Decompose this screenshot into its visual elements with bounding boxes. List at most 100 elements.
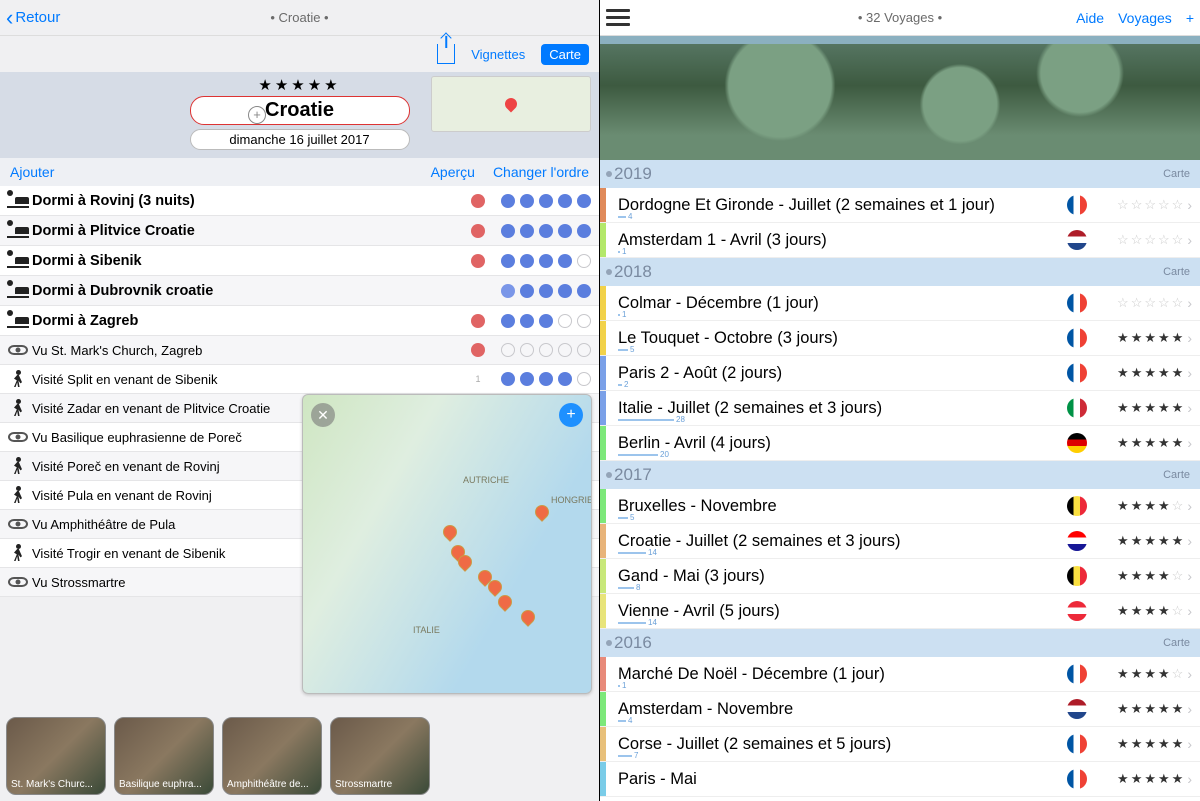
eye-icon: [4, 513, 32, 535]
trip-row[interactable]: Dordogne Et Gironde - Juillet (2 semaine…: [600, 188, 1200, 223]
activity-row[interactable]: Dormi à Plitvice Croatie: [0, 216, 599, 246]
trip-row[interactable]: Vienne - Avril (5 jours) 14★★★★☆›: [600, 594, 1200, 629]
trip-rating: ★★★★★: [1093, 330, 1185, 346]
chevron-right-icon: ›: [1185, 330, 1194, 346]
trip-row[interactable]: Paris - Mai★★★★★›: [600, 762, 1200, 797]
add-pin-icon[interactable]: +: [559, 403, 583, 427]
thumbnail[interactable]: Strossmartre: [330, 717, 430, 795]
color-bar: [600, 489, 606, 523]
trips-list-pane: • 32 Voyages • Aide Voyages + 2019CarteD…: [600, 0, 1200, 801]
rating-dots: [471, 224, 591, 238]
year-header: 2019Carte: [600, 160, 1200, 188]
trip-rating: ☆☆☆☆☆: [1093, 232, 1185, 248]
share-icon[interactable]: [437, 44, 455, 64]
activity-row[interactable]: Dormi à Rovinj (3 nuits): [0, 186, 599, 216]
add-circle-icon[interactable]: +: [248, 106, 266, 124]
trip-name: Paris 2 - Août (2 jours): [618, 364, 1063, 383]
thumbnail[interactable]: Amphithéâtre de...: [222, 717, 322, 795]
walk-icon: [4, 542, 32, 564]
flag-icon: [1067, 433, 1087, 453]
add-trip-icon[interactable]: +: [1186, 10, 1194, 26]
trip-rating: ★★★★★: [1093, 701, 1185, 717]
vignettes-tab[interactable]: Vignettes: [463, 44, 533, 65]
trip-row[interactable]: Colmar - Décembre (1 jour) 1☆☆☆☆☆›: [600, 286, 1200, 321]
trip-name: Paris - Mai: [618, 770, 1063, 789]
detail-map[interactable]: ✕ + ITALIE AUTRICHE HONGRIE: [302, 394, 592, 694]
menu-icon[interactable]: [606, 9, 630, 26]
voyages-button[interactable]: Voyages: [1118, 10, 1172, 26]
activity-row[interactable]: Vu St. Mark's Church, Zagreb: [0, 336, 599, 365]
thumbnail-strip: St. Mark's Churc...Basilique euphra...Am…: [6, 717, 430, 795]
trip-name: Le Touquet - Octobre (3 jours): [618, 329, 1063, 348]
activity-row[interactable]: Dormi à Dubrovnik croatie: [0, 276, 599, 306]
activity-row[interactable]: Dormi à Zagreb: [0, 306, 599, 336]
rating-dots: [471, 284, 591, 298]
carte-tab[interactable]: Carte: [541, 44, 589, 65]
bed-icon: [4, 310, 32, 332]
chevron-right-icon: ›: [1185, 232, 1194, 248]
chevron-right-icon: ›: [1185, 568, 1194, 584]
trip-row[interactable]: Gand - Mai (3 jours) 8★★★★☆›: [600, 559, 1200, 594]
trip-meter: 28: [618, 415, 685, 424]
activity-label: Dormi à Dubrovnik croatie: [32, 283, 471, 299]
walk-icon: [4, 455, 32, 477]
bed-icon: [4, 190, 32, 212]
flag-icon: [1067, 328, 1087, 348]
back-label: Retour: [15, 9, 60, 26]
color-bar: [600, 286, 606, 320]
trip-row[interactable]: Paris 2 - Août (2 jours) 2★★★★★›: [600, 356, 1200, 391]
flag-icon: [1067, 496, 1087, 516]
activity-row[interactable]: Dormi à Sibenik: [0, 246, 599, 276]
trip-name: Amsterdam - Novembre: [618, 700, 1063, 719]
trip-date[interactable]: dimanche 16 juillet 2017: [190, 129, 410, 150]
flag-icon: [1067, 769, 1087, 789]
activity-label: Dormi à Plitvice Croatie: [32, 223, 471, 239]
map-label: ITALIE: [413, 625, 440, 635]
trip-row[interactable]: Amsterdam 1 - Avril (3 jours) 1☆☆☆☆☆›: [600, 223, 1200, 258]
satellite-strip[interactable]: [600, 36, 1200, 160]
navbar-title: • Croatie •: [0, 10, 599, 25]
trip-row[interactable]: Le Touquet - Octobre (3 jours) 5★★★★★›: [600, 321, 1200, 356]
add-activity-button[interactable]: Ajouter: [10, 164, 54, 180]
flag-icon: [1067, 664, 1087, 684]
help-button[interactable]: Aide: [1076, 10, 1104, 26]
carte-link[interactable]: Carte: [1163, 469, 1190, 481]
color-bar: [600, 559, 606, 593]
back-button[interactable]: ‹Retour: [6, 7, 60, 29]
trip-rating: ☆☆☆☆☆: [1093, 197, 1185, 213]
carte-link[interactable]: Carte: [1163, 637, 1190, 649]
trip-row[interactable]: Corse - Juillet (2 semaines et 5 jours) …: [600, 727, 1200, 762]
preview-button[interactable]: Aperçu: [431, 164, 475, 180]
reorder-button[interactable]: Changer l'ordre: [493, 164, 589, 180]
year-header: 2016Carte: [600, 629, 1200, 657]
mini-map[interactable]: [431, 76, 591, 132]
trip-row[interactable]: Italie - Juillet (2 semaines et 3 jours)…: [600, 391, 1200, 426]
bed-icon: [4, 250, 32, 272]
activity-label: Dormi à Rovinj (3 nuits): [32, 193, 471, 209]
walk-icon: [4, 397, 32, 419]
thumbnail[interactable]: Basilique euphra...: [114, 717, 214, 795]
trip-meter: 1: [618, 310, 626, 319]
color-bar: [600, 594, 606, 628]
chevron-right-icon: ›: [1185, 400, 1194, 416]
trip-row[interactable]: Berlin - Avril (4 jours) 20★★★★★›: [600, 426, 1200, 461]
trip-row[interactable]: Marché De Noël - Décembre (1 jour) 1★★★★…: [600, 657, 1200, 692]
flag-icon: [1067, 734, 1087, 754]
activity-row[interactable]: Visité Split en venant de Sibenik1: [0, 365, 599, 394]
trip-meter: 8: [618, 583, 640, 592]
pin-icon: [503, 96, 520, 113]
trip-row[interactable]: Croatie - Juillet (2 semaines et 3 jours…: [600, 524, 1200, 559]
trip-rating: ★★★★★: [1093, 435, 1185, 451]
trip-row[interactable]: Bruxelles - Novembre 5★★★★☆›: [600, 489, 1200, 524]
trip-title-input[interactable]: Croatie: [190, 96, 410, 125]
close-map-icon[interactable]: ✕: [311, 403, 335, 427]
carte-link[interactable]: Carte: [1163, 168, 1190, 180]
thumbnail[interactable]: St. Mark's Churc...: [6, 717, 106, 795]
walk-icon: [4, 368, 32, 390]
carte-link[interactable]: Carte: [1163, 266, 1190, 278]
activity-label: Dormi à Zagreb: [32, 313, 471, 329]
color-bar: [600, 524, 606, 558]
flag-icon: [1067, 293, 1087, 313]
trip-row[interactable]: Amsterdam - Novembre 4★★★★★›: [600, 692, 1200, 727]
year-header: 2018Carte: [600, 258, 1200, 286]
